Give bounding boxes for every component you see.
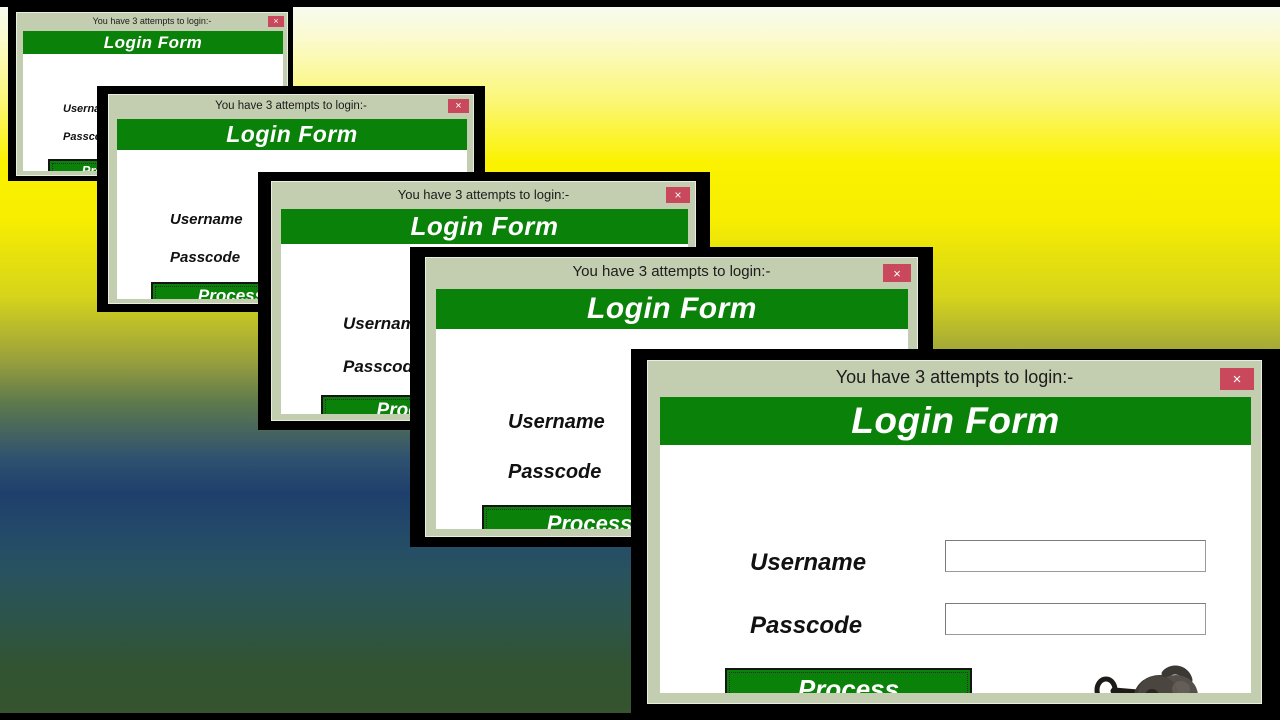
process-button[interactable]: Process — [725, 668, 972, 693]
form-header-text: Login Form — [226, 121, 358, 147]
title-bar[interactable]: You have 3 attempts to login:- — [17, 13, 287, 29]
form-header: Login Form — [660, 397, 1251, 445]
title-bar[interactable]: You have 3 attempts to login:- — [272, 182, 695, 206]
dialog-title: You have 3 attempts to login:- — [215, 99, 367, 112]
title-bar[interactable]: You have 3 attempts to login:- — [426, 258, 917, 285]
form-header-text: Login Form — [851, 400, 1060, 441]
close-button[interactable]: × — [883, 264, 911, 282]
dialog-title: You have 3 attempts to login:- — [92, 16, 212, 26]
passcode-input[interactable] — [945, 603, 1206, 635]
screen: You have 3 attempts to login:- × Login F… — [0, 0, 1280, 720]
dialog-title: You have 3 attempts to login:- — [835, 366, 1074, 387]
login-dialog-instance-5[interactable]: You have 3 attempts to login:- × Login F… — [631, 349, 1280, 715]
form-header-text: Login Form — [587, 292, 757, 325]
username-label: Username — [170, 211, 243, 228]
form-header: Login Form — [281, 209, 688, 244]
close-button[interactable]: × — [1220, 368, 1254, 390]
close-button[interactable]: × — [268, 16, 284, 27]
passcode-label: Passcode — [508, 461, 602, 483]
process-button-label: Process — [197, 286, 265, 299]
dialog-chrome: You have 3 attempts to login:- × Login F… — [647, 360, 1262, 704]
title-bar[interactable]: You have 3 attempts to login:- — [648, 361, 1261, 393]
process-button-label: Process — [546, 510, 633, 530]
close-button[interactable]: × — [666, 187, 690, 203]
dialog-title: You have 3 attempts to login:- — [572, 263, 771, 280]
form-body: Login Form Username Passcode Process — [660, 397, 1251, 693]
dialog-title: You have 3 attempts to login:- — [397, 186, 570, 202]
process-button-label: Process — [797, 674, 900, 693]
form-header-text: Login Form — [103, 32, 203, 52]
username-input[interactable] — [945, 540, 1206, 572]
form-header: Login Form — [436, 289, 908, 329]
username-label: Username — [508, 411, 605, 433]
passcode-label: Passcode — [170, 249, 241, 266]
form-header: Login Form — [117, 119, 467, 150]
title-bar[interactable]: You have 3 attempts to login:- — [109, 95, 473, 116]
padlock-and-key-icon — [1094, 665, 1198, 693]
form-header: Login Form — [23, 31, 283, 54]
form-header-text: Login Form — [410, 211, 559, 241]
username-label: Username — [750, 549, 867, 576]
close-button[interactable]: × — [448, 99, 469, 113]
passcode-label: Passcode — [750, 612, 863, 639]
